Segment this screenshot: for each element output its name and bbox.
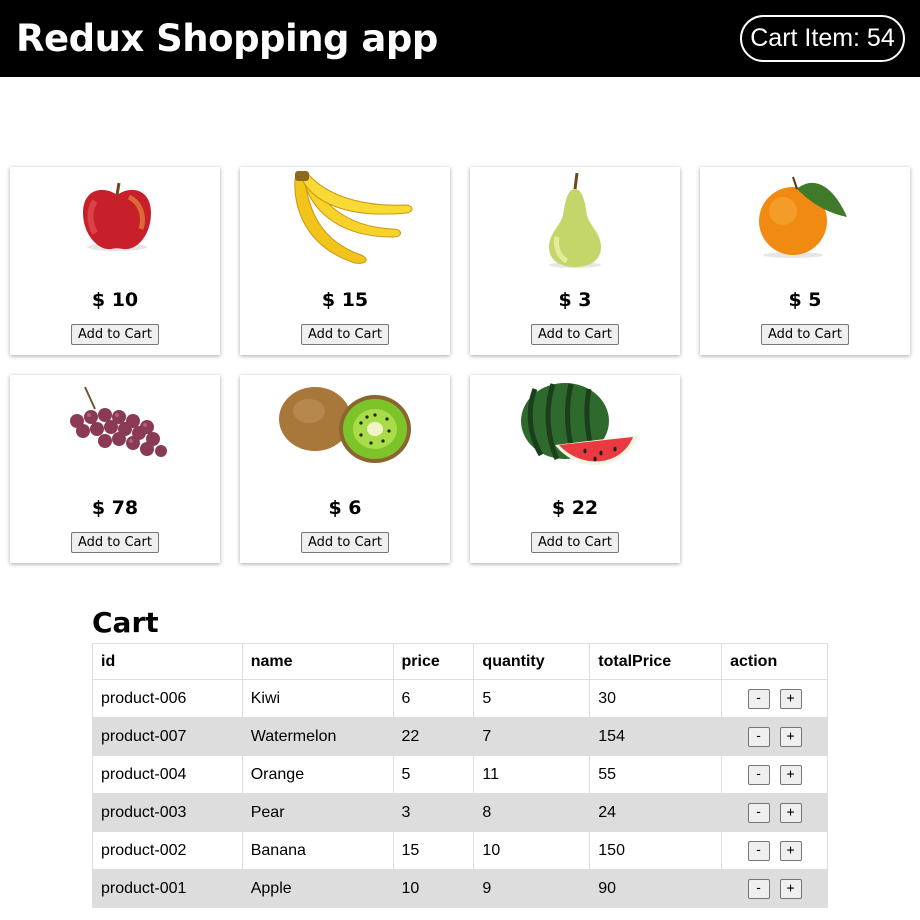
product-card: $ 22 Add to Cart [470, 375, 680, 563]
product-card: $ 3 Add to Cart [470, 167, 680, 355]
grapes-image [70, 386, 167, 457]
cell-name: Watermelon [241, 717, 394, 756]
column-header-quantity: quantity [473, 643, 591, 680]
column-header-action: action [721, 643, 828, 680]
product-card: $ 78 Add to Cart [10, 375, 220, 563]
decrement-button[interactable]: - [747, 840, 770, 861]
product-price: $ 10 [91, 289, 139, 311]
decrement-button[interactable]: - [747, 726, 770, 747]
table-row: product-006 Kiwi 6 5 30 - + [92, 679, 828, 718]
increment-button[interactable]: + [779, 688, 802, 709]
add-to-cart-button[interactable]: Add to Cart [531, 532, 619, 553]
column-header-id: id [92, 643, 243, 680]
app-header: Redux Shopping app Cart Item: 54 [0, 0, 920, 77]
watermelon-image [521, 383, 639, 466]
cell-id: product-003 [92, 793, 243, 832]
cell-name: Pear [241, 793, 394, 832]
cell-id: product-006 [92, 679, 243, 718]
cell-total-price: 154 [589, 717, 723, 756]
table-row: product-001 Apple 10 9 90 - + [92, 869, 828, 908]
cell-action: - + [721, 755, 828, 794]
cell-price: 22 [392, 717, 475, 756]
cell-quantity: 7 [473, 717, 591, 756]
add-to-cart-button[interactable]: Add to Cart [301, 532, 389, 553]
cell-quantity: 10 [473, 831, 591, 870]
add-to-cart-button[interactable]: Add to Cart [761, 324, 849, 345]
product-price: $ 3 [558, 289, 592, 311]
product-card: $ 10 Add to Cart [10, 167, 220, 355]
kiwi-image [279, 387, 411, 463]
cell-action: - + [721, 717, 828, 756]
cell-name: Orange [241, 755, 394, 794]
cell-total-price: 150 [589, 831, 723, 870]
cell-price: 6 [392, 679, 475, 718]
cell-id: product-004 [92, 755, 243, 794]
product-card: $ 6 Add to Cart [240, 375, 450, 563]
cell-id: product-001 [92, 869, 243, 908]
cart-item-count-badge[interactable]: Cart Item: 54 [740, 15, 905, 62]
cell-total-price: 30 [589, 679, 723, 718]
increment-button[interactable]: + [779, 726, 802, 747]
decrement-button[interactable]: - [747, 764, 770, 785]
cell-name: Apple [241, 869, 394, 908]
column-header-total-price: totalPrice [589, 643, 723, 680]
cell-quantity: 5 [473, 679, 591, 718]
add-to-cart-button[interactable]: Add to Cart [71, 324, 159, 345]
table-header-row: id name price quantity totalPrice action [92, 643, 828, 680]
cell-quantity: 8 [473, 793, 591, 832]
add-to-cart-button[interactable]: Add to Cart [531, 324, 619, 345]
cell-name: Banana [241, 831, 394, 870]
add-to-cart-button[interactable]: Add to Cart [301, 324, 389, 345]
increment-button[interactable]: + [779, 840, 802, 861]
product-card: $ 15 Add to Cart [240, 167, 450, 355]
increment-button[interactable]: + [779, 878, 802, 899]
cell-total-price: 55 [589, 755, 723, 794]
product-price: $ 5 [788, 289, 822, 311]
column-header-price: price [392, 643, 475, 680]
cell-quantity: 11 [473, 755, 591, 794]
orange-image [759, 176, 847, 258]
cell-total-price: 24 [589, 793, 723, 832]
product-price: $ 22 [551, 497, 599, 519]
cell-action: - + [721, 869, 828, 908]
table-row: product-007 Watermelon 22 7 154 - + [92, 717, 828, 756]
table-row: product-003 Pear 3 8 24 - + [92, 793, 828, 832]
banana-image [294, 171, 413, 264]
cart-table: id name price quantity totalPrice action… [92, 643, 828, 908]
app-title: Redux Shopping app [16, 17, 438, 60]
cell-price: 10 [392, 869, 475, 908]
product-card: $ 5 Add to Cart [700, 167, 910, 355]
product-price: $ 78 [91, 497, 139, 519]
cell-action: - + [721, 793, 828, 832]
increment-button[interactable]: + [779, 802, 802, 823]
cell-price: 5 [392, 755, 475, 794]
increment-button[interactable]: + [779, 764, 802, 785]
cell-price: 3 [392, 793, 475, 832]
add-to-cart-button[interactable]: Add to Cart [71, 532, 159, 553]
cell-id: product-007 [92, 717, 243, 756]
cell-quantity: 9 [473, 869, 591, 908]
product-price: $ 6 [328, 497, 362, 519]
table-row: product-002 Banana 15 10 150 - + [92, 831, 828, 870]
column-header-name: name [241, 643, 394, 680]
apple-image [83, 182, 151, 251]
cell-name: Kiwi [241, 679, 394, 718]
cart-heading: Cart [92, 606, 159, 639]
product-price: $ 15 [321, 289, 369, 311]
cell-id: product-002 [92, 831, 243, 870]
decrement-button[interactable]: - [747, 878, 770, 899]
table-row: product-004 Orange 5 11 55 - + [92, 755, 828, 794]
decrement-button[interactable]: - [747, 688, 770, 709]
cell-action: - + [721, 679, 828, 718]
cell-price: 15 [392, 831, 475, 870]
decrement-button[interactable]: - [747, 802, 770, 823]
cell-total-price: 90 [589, 869, 723, 908]
pear-image [549, 172, 601, 268]
cell-action: - + [721, 831, 828, 870]
